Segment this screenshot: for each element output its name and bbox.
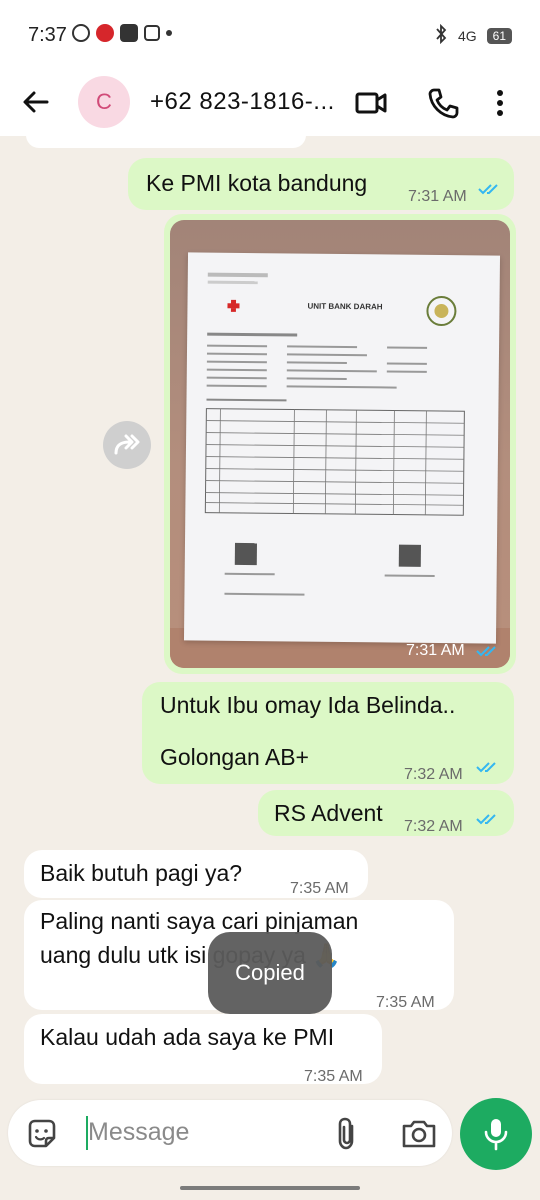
- linkedin-icon: [120, 24, 138, 42]
- read-receipt-icon: [478, 184, 498, 195]
- network-indicator: 4G: [457, 27, 477, 44]
- notification-icons: [72, 24, 172, 42]
- chat-header: C +62 823-1816-...: [0, 70, 540, 136]
- image-message-bubble[interactable]: UNIT BANK DARAH 7:31 AM: [164, 214, 516, 674]
- avatar[interactable]: C: [78, 76, 130, 128]
- message-text-line-2: Golongan AB+: [160, 744, 309, 770]
- message-time: 7:31 AM: [408, 188, 467, 205]
- message-time: 7:32 AM: [404, 766, 463, 783]
- camera-icon[interactable]: [400, 1116, 438, 1152]
- message-bubble-outgoing[interactable]: RS Advent 7:32 AM: [258, 790, 514, 836]
- bluetooth-icon: [434, 23, 448, 47]
- photo-document[interactable]: UNIT BANK DARAH: [170, 220, 510, 668]
- message-bubble-incoming[interactable]: Kalau udah ada saya ke PMI 7:35 AM: [24, 1014, 382, 1085]
- video-call-icon[interactable]: [354, 86, 388, 120]
- more-options-icon[interactable]: [490, 86, 510, 120]
- message-text-line-1: Untuk Ibu omay Ida Belinda..: [160, 692, 456, 718]
- microphone-icon: [484, 1119, 508, 1151]
- message-text: Baik butuh pagi ya?: [40, 860, 243, 886]
- attach-icon[interactable]: [332, 1116, 362, 1152]
- status-bar: 7:37 4G 61: [0, 0, 540, 70]
- app-notification-icon-2: [144, 25, 160, 41]
- status-right: 4G 61: [434, 23, 512, 47]
- read-receipt-icon: [476, 646, 496, 657]
- message-bubble-outgoing[interactable]: Untuk Ibu omay Ida Belinda.. Golongan AB…: [142, 682, 514, 784]
- image-message-time: 7:31 AM: [406, 642, 465, 659]
- copied-toast: Copied: [208, 932, 332, 1014]
- message-text: RS Advent: [274, 800, 383, 826]
- more-notifications-dot: [166, 30, 172, 36]
- status-time: 7:37: [28, 24, 67, 46]
- message-time: 7:32 AM: [404, 818, 463, 835]
- sticker-icon[interactable]: [24, 1116, 60, 1152]
- whatsapp-notification-icon: [72, 24, 90, 42]
- message-bubble-outgoing[interactable]: Ke PMI kota bandung 7:31 AM: [128, 158, 514, 210]
- document-title: UNIT BANK DARAH: [307, 301, 383, 312]
- document-content-graphic: [204, 272, 465, 596]
- forward-icon: [114, 434, 140, 455]
- read-receipt-icon: [476, 762, 496, 773]
- message-composer[interactable]: Message: [8, 1100, 452, 1166]
- app-notification-icon: [96, 24, 114, 42]
- battery-indicator: 61: [486, 27, 512, 44]
- message-text: Kalau udah ada saya ke PMI: [40, 1024, 335, 1050]
- phone-call-icon[interactable]: [426, 86, 460, 120]
- message-time: 7:35 AM: [376, 994, 435, 1011]
- message-input[interactable]: Message: [88, 1118, 189, 1147]
- message-bubble-incoming[interactable]: Baik butuh pagi ya? 7:35 AM: [24, 850, 368, 898]
- document-paper: UNIT BANK DARAH: [183, 252, 501, 644]
- gesture-nav-bar[interactable]: [180, 1186, 360, 1190]
- forward-button[interactable]: [103, 421, 151, 469]
- read-receipt-icon: [476, 814, 496, 825]
- back-arrow-icon[interactable]: [20, 86, 52, 118]
- message-time: 7:35 AM: [304, 1068, 363, 1085]
- voice-message-button[interactable]: [460, 1098, 532, 1170]
- partial-message-bubble: [26, 136, 306, 148]
- message-text: Ke PMI kota bandung: [146, 170, 368, 196]
- contact-name[interactable]: +62 823-1816-...: [150, 88, 335, 116]
